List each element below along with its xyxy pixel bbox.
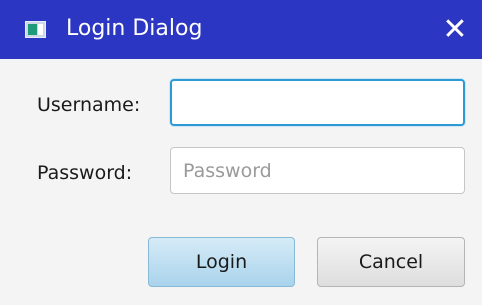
- app-window-icon: [25, 21, 46, 38]
- login-dialog-window: Login Dialog ✕ Username: Password: Login…: [0, 0, 482, 305]
- username-label: Username:: [37, 94, 141, 116]
- password-field[interactable]: [170, 147, 465, 194]
- cancel-button[interactable]: Cancel: [317, 237, 465, 287]
- password-label: Password:: [37, 162, 133, 184]
- window-title: Login Dialog: [66, 16, 203, 41]
- close-icon[interactable]: ✕: [437, 12, 473, 48]
- username-field[interactable]: [170, 79, 465, 126]
- title-bar[interactable]: Login Dialog ✕: [0, 0, 482, 59]
- login-button[interactable]: Login: [148, 237, 295, 287]
- dialog-content: Username: Password: Login Cancel: [0, 59, 482, 305]
